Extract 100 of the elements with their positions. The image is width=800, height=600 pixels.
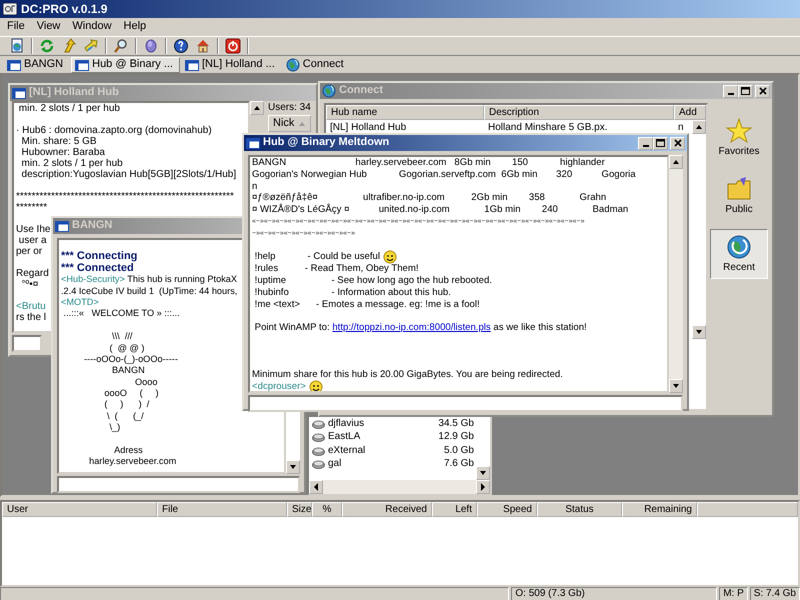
maximize-button[interactable] (738, 84, 753, 98)
message-input[interactable] (248, 395, 683, 412)
chat-line: ...:::« WELCOME TO » :::... (62, 308, 180, 320)
column-header[interactable]: Nick (268, 115, 312, 132)
scroll-left-button[interactable] (309, 480, 323, 494)
link[interactable]: http://toppzi.no-ip.com:8000/listen.pls (332, 322, 491, 334)
column-header[interactable]: Remaining (622, 502, 697, 517)
chat-line: min. 2 slots / 1 per hub (20, 158, 123, 169)
column-header[interactable]: File (157, 502, 287, 517)
status-text: O: 509 (7.3 Gb) (511, 587, 718, 600)
chat-line: BANGN (111, 365, 145, 377)
caret-icon (289, 464, 297, 470)
chat-line: ¤ƒ®øzëñƒå‡ê¤ ultrafiber.no-ip.com 2Gb min 358 Grahn (252, 192, 606, 204)
disk-icon (312, 418, 325, 429)
user-name[interactable]: djflavius (328, 418, 364, 430)
message-input[interactable] (12, 335, 42, 352)
scroll-up-button[interactable] (692, 120, 706, 134)
menu-item[interactable]: View (32, 20, 66, 34)
app-title: DC:PRO v.0.1.9 (21, 2, 108, 16)
sort-icon (298, 120, 306, 127)
window-title: Connect (339, 84, 383, 98)
document-icon (9, 38, 25, 54)
chat-line: Minimum share for this hub is 20.00 GigaBytes. You are being redirected. (252, 369, 563, 382)
column-header[interactable]: User (2, 502, 157, 517)
chat-line: \_) (108, 422, 120, 434)
table-cell-text: Holland Minshare 5 GB.px. (487, 121, 609, 135)
shortcut-button[interactable]: Public (710, 171, 768, 221)
status-message: *** Connecting (61, 251, 138, 263)
table-cell-text: [NL] Holland Hub (329, 121, 408, 135)
column-header[interactable]: Size (287, 502, 312, 517)
nickname: <Brutu (16, 301, 46, 312)
scroll-down-button[interactable] (476, 466, 490, 480)
share-size: 7.6 Gb (444, 458, 475, 470)
user-name[interactable]: eXternal (328, 444, 366, 457)
user-count: Users: 34 (268, 101, 312, 115)
column-header[interactable]: % (312, 502, 342, 517)
refresh-icon (39, 38, 55, 54)
close-button[interactable] (755, 84, 770, 98)
shortcut-button[interactable]: Favorites (710, 113, 768, 163)
star-icon (726, 118, 752, 144)
chat-line: ******** (16, 202, 48, 213)
chat-line: !help - Could be useful (254, 251, 380, 264)
globe-icon (286, 58, 300, 72)
share-size: 5.0 Gb (444, 444, 475, 457)
caret-icon (672, 159, 680, 165)
menu-item[interactable]: Window (67, 20, 117, 34)
minimize-button[interactable] (638, 136, 653, 150)
minimize-icon (642, 144, 648, 146)
globe-icon (726, 234, 752, 260)
chat-line: Oooo (134, 376, 158, 388)
chat-line: rs the l (16, 312, 46, 323)
scroll-up-button[interactable] (669, 155, 683, 169)
window-icon (246, 138, 260, 148)
chat-line: !hubinfo - Information about this hub. (254, 286, 451, 299)
scrollbar[interactable] (669, 155, 683, 393)
menu-item[interactable]: Help (118, 20, 152, 34)
chat-line: description:Yugoslavian Hub[5GB][2Slots/1/Hub] (20, 169, 236, 180)
chat-line: user a (18, 235, 47, 246)
user-name[interactable]: EastLA (328, 431, 360, 444)
shortcut-button[interactable]: Recent (710, 229, 768, 279)
scroll-down-button[interactable] (692, 325, 706, 339)
column-header[interactable]: Hub name (326, 105, 484, 120)
chat-line: n (252, 180, 258, 192)
chat-message: This hub is running PtokaX (126, 274, 238, 286)
close-button[interactable] (670, 136, 685, 150)
app-logo-icon (3, 3, 17, 15)
scroll-right-button[interactable] (476, 480, 490, 494)
window-title: BANGN (72, 219, 112, 233)
disk-icon (312, 459, 325, 470)
column-header[interactable]: Left (432, 502, 477, 517)
chat-line: harley.servebeer.com (88, 456, 176, 468)
status-text: M: P (719, 587, 748, 600)
maximize-button[interactable] (653, 136, 668, 150)
scroll-down-button[interactable] (286, 460, 300, 474)
scroll-down-button[interactable] (669, 379, 683, 393)
chat-line: per or (16, 246, 42, 257)
scrollbar[interactable] (309, 480, 490, 494)
caret-icon (313, 483, 319, 491)
arrows-icon (83, 38, 99, 54)
chat-line: min. 2 slots / 1 per hub (18, 103, 120, 114)
tab[interactable]: Hub @ Binary ... (71, 57, 180, 73)
user-name[interactable]: gal (328, 458, 342, 470)
chat-line: .2.4 IceCube IV build 1 (UpTime: 44 hours, (61, 286, 238, 297)
menu-item[interactable]: File (2, 20, 30, 34)
minimize-button[interactable] (723, 84, 738, 98)
chat-line: Gogorian's Norwegian Hub Gogorian.serveftp.com 6Gb min 320 Gogoria (252, 168, 636, 181)
scroll-up-button[interactable] (250, 101, 264, 115)
message-input[interactable] (57, 476, 300, 493)
chat-line: oooO ( ) (103, 388, 159, 400)
status-message: *** Connected (61, 262, 134, 274)
caret-icon (695, 124, 703, 130)
chat-line: ( ) ) / (103, 399, 150, 411)
column-header[interactable]: Add (674, 105, 706, 120)
window-icon (12, 88, 26, 98)
column-header[interactable]: Received (342, 502, 432, 517)
nickname: <Hub-Security> (61, 274, 125, 286)
column-header[interactable]: Status (537, 502, 622, 517)
column-header[interactable]: Description (484, 105, 674, 120)
chat-line: \ ( (_/ (106, 410, 144, 422)
column-header[interactable]: Speed (477, 502, 537, 517)
